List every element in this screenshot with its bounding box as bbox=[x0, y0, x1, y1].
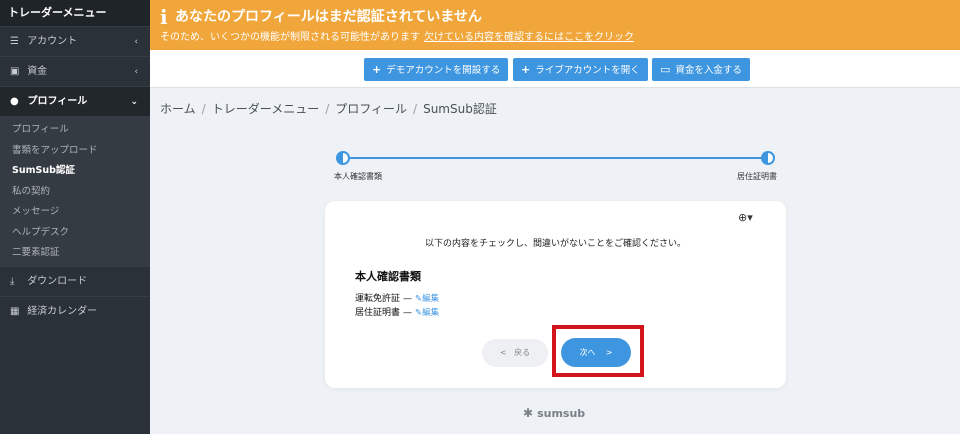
edit-license-link[interactable]: ✎編集 bbox=[415, 294, 439, 304]
doc-name: 居住証明書 bbox=[355, 308, 401, 318]
chevron-left-icon: ‹ bbox=[134, 37, 138, 47]
submenu-upload-documents[interactable]: 書類をアップロード bbox=[0, 141, 150, 162]
breadcrumb-home[interactable]: ホーム bbox=[160, 102, 196, 116]
progress-step-1-node bbox=[336, 151, 350, 165]
sidebar-item-label: アカウント bbox=[27, 36, 78, 47]
button-label: デモアカウントを開設する bbox=[386, 65, 501, 76]
plus-icon: + bbox=[372, 63, 382, 76]
sidebar-item-account[interactable]: ☰ アカウント ‹ bbox=[0, 26, 150, 56]
breadcrumb-profile[interactable]: プロフィール bbox=[335, 102, 407, 116]
progress-line bbox=[343, 157, 768, 159]
list-icon: ☰ bbox=[10, 36, 19, 47]
sidebar-item-label: 資金 bbox=[27, 66, 48, 77]
user-icon: ● bbox=[10, 96, 19, 107]
progress-step-2-node bbox=[761, 151, 775, 165]
chevron-left-icon: < bbox=[499, 348, 515, 357]
submenu-2fa[interactable]: 二要素認証 bbox=[0, 243, 150, 264]
plus-icon: + bbox=[521, 63, 531, 76]
sidebar-item-download[interactable]: ⤓ ダウンロード bbox=[0, 265, 150, 296]
breadcrumb-current: SumSub認証 bbox=[423, 102, 497, 116]
banner-text: そのため、いくつかの機能が制限される可能性があります 欠けている内容を確認するには… bbox=[160, 28, 634, 43]
brand-name: sumsub bbox=[537, 407, 586, 420]
open-demo-account-button[interactable]: + デモアカウントを開設する bbox=[364, 58, 509, 81]
profile-submenu: プロフィール 書類をアップロード SumSub認証 私の契約 メッセージ ヘルプ… bbox=[0, 116, 150, 266]
banner-link[interactable]: 欠けている内容を確認するにはここをクリック bbox=[424, 32, 634, 43]
sidebar-item-label: プロフィール bbox=[27, 96, 88, 107]
chevron-down-icon: ⌄ bbox=[130, 97, 138, 107]
download-icon: ⤓ bbox=[10, 275, 15, 287]
edit-label: 編集 bbox=[422, 308, 440, 318]
doc-row-residence: 居住証明書 — ✎編集 bbox=[355, 308, 440, 318]
sumsub-logo: ✱ sumsub bbox=[523, 406, 585, 420]
card-icon: ▭ bbox=[660, 63, 671, 76]
sidebar-item-profile[interactable]: ● プロフィール ⌄ bbox=[0, 86, 150, 116]
sidebar-title: トレーダーメニュー bbox=[0, 0, 150, 26]
card-instruction: 以下の内容をチェックし、間違いがないことをご確認ください。 bbox=[424, 239, 686, 249]
submenu-messages[interactable]: メッセージ bbox=[0, 202, 150, 223]
wallet-icon: ▣ bbox=[10, 66, 20, 77]
button-label: 資金を入金する bbox=[675, 65, 742, 76]
back-button[interactable]: < 戻る bbox=[482, 339, 548, 367]
sidebar-item-calendar[interactable]: ▦ 経済カレンダー bbox=[0, 295, 150, 326]
sumsub-logo-icon: ✱ bbox=[523, 406, 534, 420]
card-heading: 本人確認書類 bbox=[355, 270, 421, 283]
highlight-box bbox=[552, 325, 644, 377]
breadcrumb: ホーム / トレーダーメニュー / プロフィール / SumSub認証 bbox=[160, 102, 497, 116]
banner-title: あなたのプロフィールはまだ認証されていません bbox=[175, 9, 482, 25]
button-label: 戻る bbox=[514, 348, 531, 357]
edit-label: 編集 bbox=[422, 294, 440, 304]
sidebar-item-funds[interactable]: ▣ 資金 ‹ bbox=[0, 56, 150, 86]
deposit-funds-button[interactable]: ▭ 資金を入金する bbox=[652, 58, 750, 81]
progress-step-2-label: 居住証明書 bbox=[737, 172, 777, 181]
progress-step-1-label: 本人確認書類 bbox=[334, 172, 382, 181]
verification-banner: i あなたのプロフィールはまだ認証されていません そのため、いくつかの機能が制限… bbox=[150, 0, 960, 50]
sidebar-item-label: ダウンロード bbox=[27, 275, 88, 287]
chevron-left-icon: ‹ bbox=[134, 67, 138, 77]
banner-message: そのため、いくつかの機能が制限される可能性があります bbox=[160, 32, 420, 43]
sidebar-item-label: 経済カレンダー bbox=[27, 305, 98, 317]
action-bar: + デモアカウントを開設する + ライブアカウントを開く ▭ 資金を入金する bbox=[150, 50, 960, 88]
open-live-account-button[interactable]: + ライブアカウントを開く bbox=[513, 58, 648, 81]
calendar-icon: ▦ bbox=[10, 305, 20, 317]
info-icon: i bbox=[160, 5, 168, 29]
button-label: ライブアカウントを開く bbox=[535, 65, 640, 76]
submenu-profile[interactable]: プロフィール bbox=[0, 120, 150, 141]
doc-row-license: 運転免許証 — ✎編集 bbox=[355, 294, 440, 304]
doc-name: 運転免許証 bbox=[355, 294, 401, 304]
submenu-helpdesk[interactable]: ヘルプデスク bbox=[0, 223, 150, 244]
edit-residence-link[interactable]: ✎編集 bbox=[415, 308, 439, 318]
sidebar: トレーダーメニュー ☰ アカウント ‹ ▣ 資金 ‹ ● プロフィール ⌄ プロ… bbox=[0, 0, 150, 434]
language-globe-icon[interactable]: ⊕▾ bbox=[738, 211, 753, 224]
breadcrumb-trader-menu[interactable]: トレーダーメニュー bbox=[212, 102, 320, 116]
submenu-sumsub[interactable]: SumSub認証 bbox=[0, 161, 150, 182]
submenu-contracts[interactable]: 私の契約 bbox=[0, 182, 150, 203]
